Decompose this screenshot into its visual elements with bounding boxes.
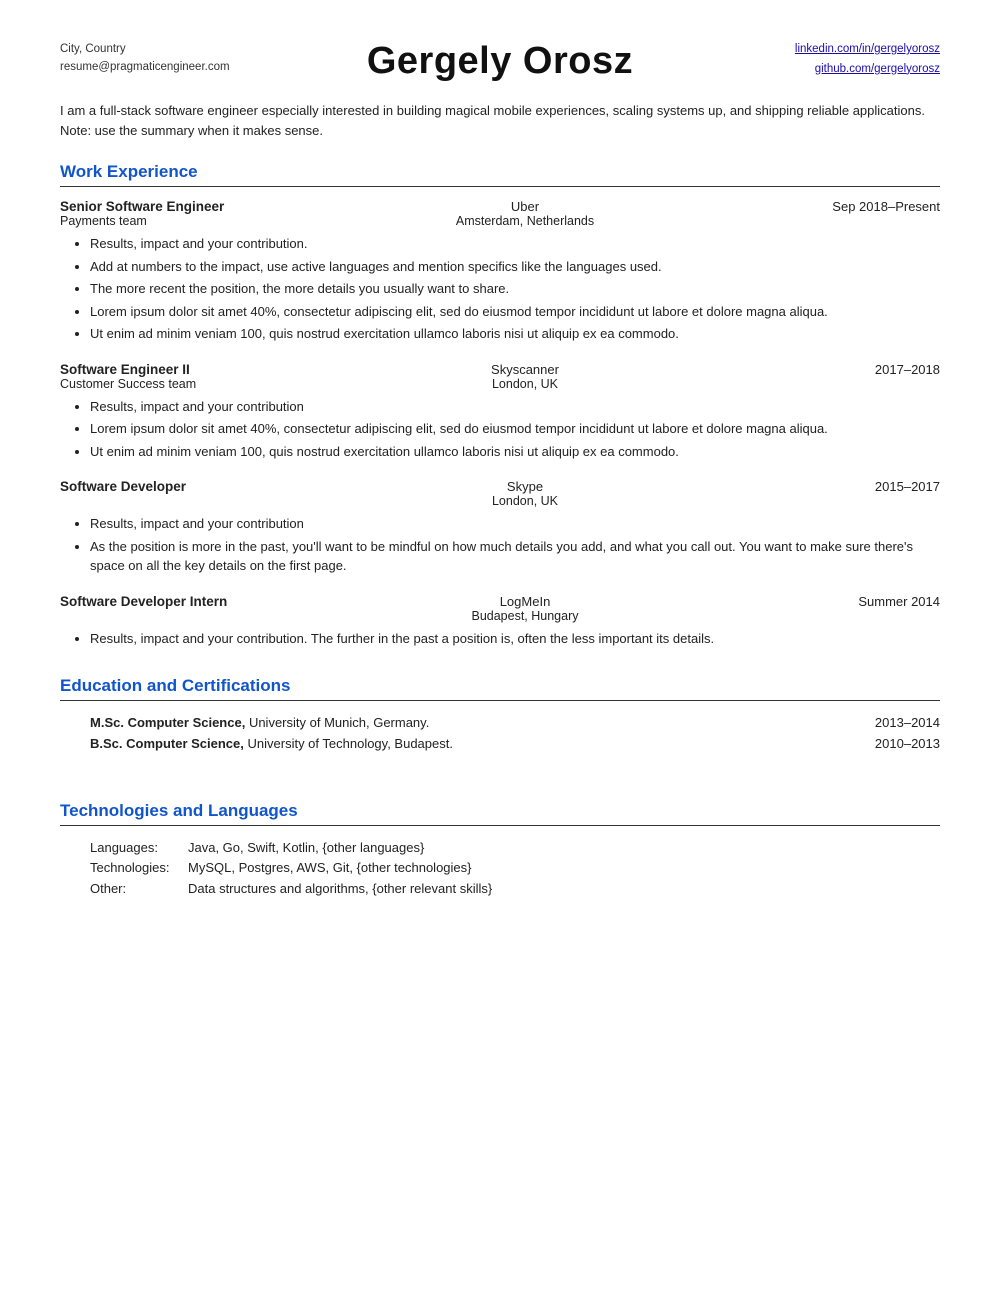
resume-header: City, Country resume@pragmaticengineer.c… <box>60 40 940 83</box>
candidate-name: Gergely Orosz <box>260 40 740 83</box>
job-team-uber: Payments team <box>60 214 290 228</box>
header-center: Gergely Orosz <box>260 40 740 83</box>
job-center-logmein: LogMeIn Budapest, Hungary <box>290 594 760 623</box>
list-item: Results, impact and your contribution. <box>90 234 940 254</box>
education-section: Education and Certifications M.Sc. Compu… <box>60 676 940 773</box>
education-list: M.Sc. Computer Science, University of Mu… <box>60 713 940 773</box>
edu-year-1: 2013–2014 <box>860 713 940 734</box>
list-item: Ut enim ad minim veniam 100, quis nostru… <box>90 324 940 344</box>
header-left: City, Country resume@pragmaticengineer.c… <box>60 40 260 77</box>
job-left-uber: Senior Software Engineer Payments team <box>60 199 290 228</box>
list-item: Ut enim ad minim veniam 100, quis nostru… <box>90 442 940 462</box>
tech-value-2: MySQL, Postgres, AWS, Git, {other techno… <box>188 858 940 879</box>
location: City, Country <box>60 40 260 58</box>
education-title: Education and Certifications <box>60 676 940 696</box>
tech-value-1: Java, Go, Swift, Kotlin, {other language… <box>188 838 940 859</box>
github-link[interactable]: github.com/gergelyorosz <box>740 60 940 80</box>
job-location-skype: London, UK <box>290 494 760 508</box>
job-title-logmein: Software Developer Intern <box>60 594 290 609</box>
job-location-logmein: Budapest, Hungary <box>290 609 760 623</box>
job-location-uber: Amsterdam, Netherlands <box>290 214 760 228</box>
tech-label-2: Technologies: <box>90 858 180 879</box>
tech-divider <box>60 825 940 826</box>
list-item: M.Sc. Computer Science, University of Mu… <box>90 713 940 734</box>
edu-rest-2: University of Technology, Budapest. <box>244 736 453 751</box>
header-right: linkedin.com/in/gergelyorosz github.com/… <box>740 40 940 79</box>
list-item: Results, impact and your contribution <box>90 397 940 417</box>
job-center-skype: Skype London, UK <box>290 479 760 508</box>
job-period-uber: Sep 2018–Present <box>760 199 940 214</box>
edu-item-1: M.Sc. Computer Science, University of Mu… <box>90 713 860 734</box>
technologies-title: Technologies and Languages <box>60 801 940 821</box>
list-item: Languages: Java, Go, Swift, Kotlin, {oth… <box>90 838 940 859</box>
edu-rest-1: University of Munich, Germany. <box>245 715 429 730</box>
job-period-skype: 2015–2017 <box>760 479 940 494</box>
job-left-skyscanner: Software Engineer II Customer Success te… <box>60 362 290 391</box>
edu-bold-1: M.Sc. Computer Science, <box>90 715 245 730</box>
job-company-skyscanner: Skyscanner <box>290 362 760 377</box>
technologies-list: Languages: Java, Go, Swift, Kotlin, {oth… <box>60 838 940 900</box>
edu-bold-2: B.Sc. Computer Science, <box>90 736 244 751</box>
job-team-skyscanner: Customer Success team <box>60 377 290 391</box>
job-bullets-skyscanner: Results, impact and your contribution Lo… <box>60 397 940 462</box>
tech-label-3: Other: <box>90 879 180 900</box>
job-location-skyscanner: London, UK <box>290 377 760 391</box>
list-item: B.Sc. Computer Science, University of Te… <box>90 734 940 755</box>
job-header-skype: Software Developer Skype London, UK 2015… <box>60 479 940 508</box>
list-item: Results, impact and your contribution <box>90 514 940 534</box>
list-item <box>90 755 940 773</box>
job-center-uber: Uber Amsterdam, Netherlands <box>290 199 760 228</box>
job-company-logmein: LogMeIn <box>290 594 760 609</box>
work-divider <box>60 186 940 187</box>
work-experience-section: Work Experience Senior Software Engineer… <box>60 162 940 648</box>
technologies-section: Technologies and Languages Languages: Ja… <box>60 801 940 900</box>
job-entry-uber: Senior Software Engineer Payments team U… <box>60 199 940 344</box>
job-title-skype: Software Developer <box>60 479 290 494</box>
job-bullets-skype: Results, impact and your contribution As… <box>60 514 940 576</box>
work-experience-title: Work Experience <box>60 162 940 182</box>
job-bullets-logmein: Results, impact and your contribution. T… <box>60 629 940 649</box>
list-item: Lorem ipsum dolor sit amet 40%, consecte… <box>90 302 940 322</box>
job-left-logmein: Software Developer Intern <box>60 594 290 609</box>
job-bullets-uber: Results, impact and your contribution. A… <box>60 234 940 344</box>
list-item: Technologies: MySQL, Postgres, AWS, Git,… <box>90 858 940 879</box>
summary-text: I am a full-stack software engineer espe… <box>60 101 940 140</box>
list-item: Lorem ipsum dolor sit amet 40%, consecte… <box>90 419 940 439</box>
list-item: As the position is more in the past, you… <box>90 537 940 576</box>
job-entry-skype: Software Developer Skype London, UK 2015… <box>60 479 940 576</box>
job-period-logmein: Summer 2014 <box>760 594 940 609</box>
job-title-uber: Senior Software Engineer <box>60 199 290 214</box>
job-header-logmein: Software Developer Intern LogMeIn Budape… <box>60 594 940 623</box>
list-item: Results, impact and your contribution. T… <box>90 629 940 649</box>
job-title-skyscanner: Software Engineer II <box>60 362 290 377</box>
email: resume@pragmaticengineer.com <box>60 58 260 76</box>
job-center-skyscanner: Skyscanner London, UK <box>290 362 760 391</box>
job-period-skyscanner: 2017–2018 <box>760 362 940 377</box>
job-entry-logmein: Software Developer Intern LogMeIn Budape… <box>60 594 940 649</box>
edu-divider <box>60 700 940 701</box>
list-item: The more recent the position, the more d… <box>90 279 940 299</box>
linkedin-link[interactable]: linkedin.com/in/gergelyorosz <box>740 40 940 60</box>
edu-year-2: 2010–2013 <box>860 734 940 755</box>
job-header-skyscanner: Software Engineer II Customer Success te… <box>60 362 940 391</box>
edu-item-2: B.Sc. Computer Science, University of Te… <box>90 734 860 755</box>
job-header-uber: Senior Software Engineer Payments team U… <box>60 199 940 228</box>
list-item: Add at numbers to the impact, use active… <box>90 257 940 277</box>
tech-value-3: Data structures and algorithms, {other r… <box>188 879 940 900</box>
job-left-skype: Software Developer <box>60 479 290 494</box>
job-company-uber: Uber <box>290 199 760 214</box>
job-entry-skyscanner: Software Engineer II Customer Success te… <box>60 362 940 462</box>
tech-label-1: Languages: <box>90 838 180 859</box>
list-item: Other: Data structures and algorithms, {… <box>90 879 940 900</box>
job-company-skype: Skype <box>290 479 760 494</box>
